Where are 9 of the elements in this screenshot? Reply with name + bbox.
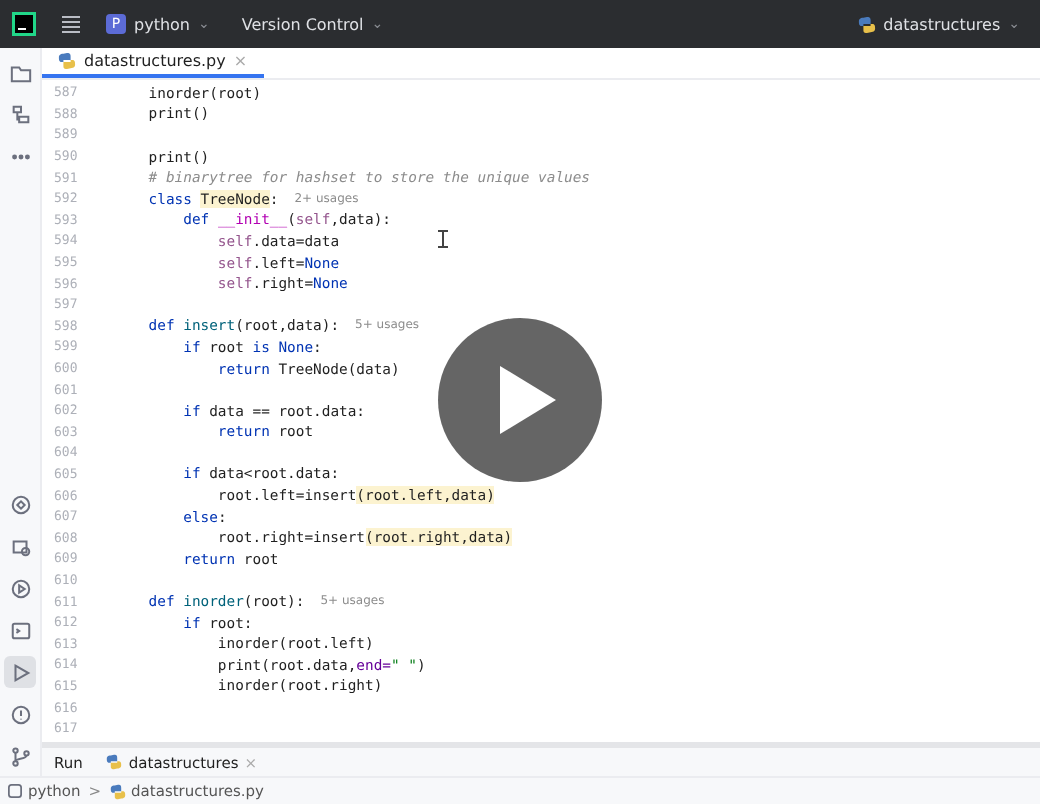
run-icon[interactable] (4, 656, 36, 688)
python-file-icon (58, 52, 76, 70)
text-cursor-icon (438, 230, 448, 248)
menu-icon[interactable] (60, 14, 82, 34)
editor-tab[interactable]: datastructures.py × (42, 48, 264, 78)
app-logo-icon[interactable] (12, 12, 36, 36)
python-file-icon (857, 15, 876, 33)
python-file-icon (109, 783, 126, 799)
python-file-icon (106, 754, 123, 770)
